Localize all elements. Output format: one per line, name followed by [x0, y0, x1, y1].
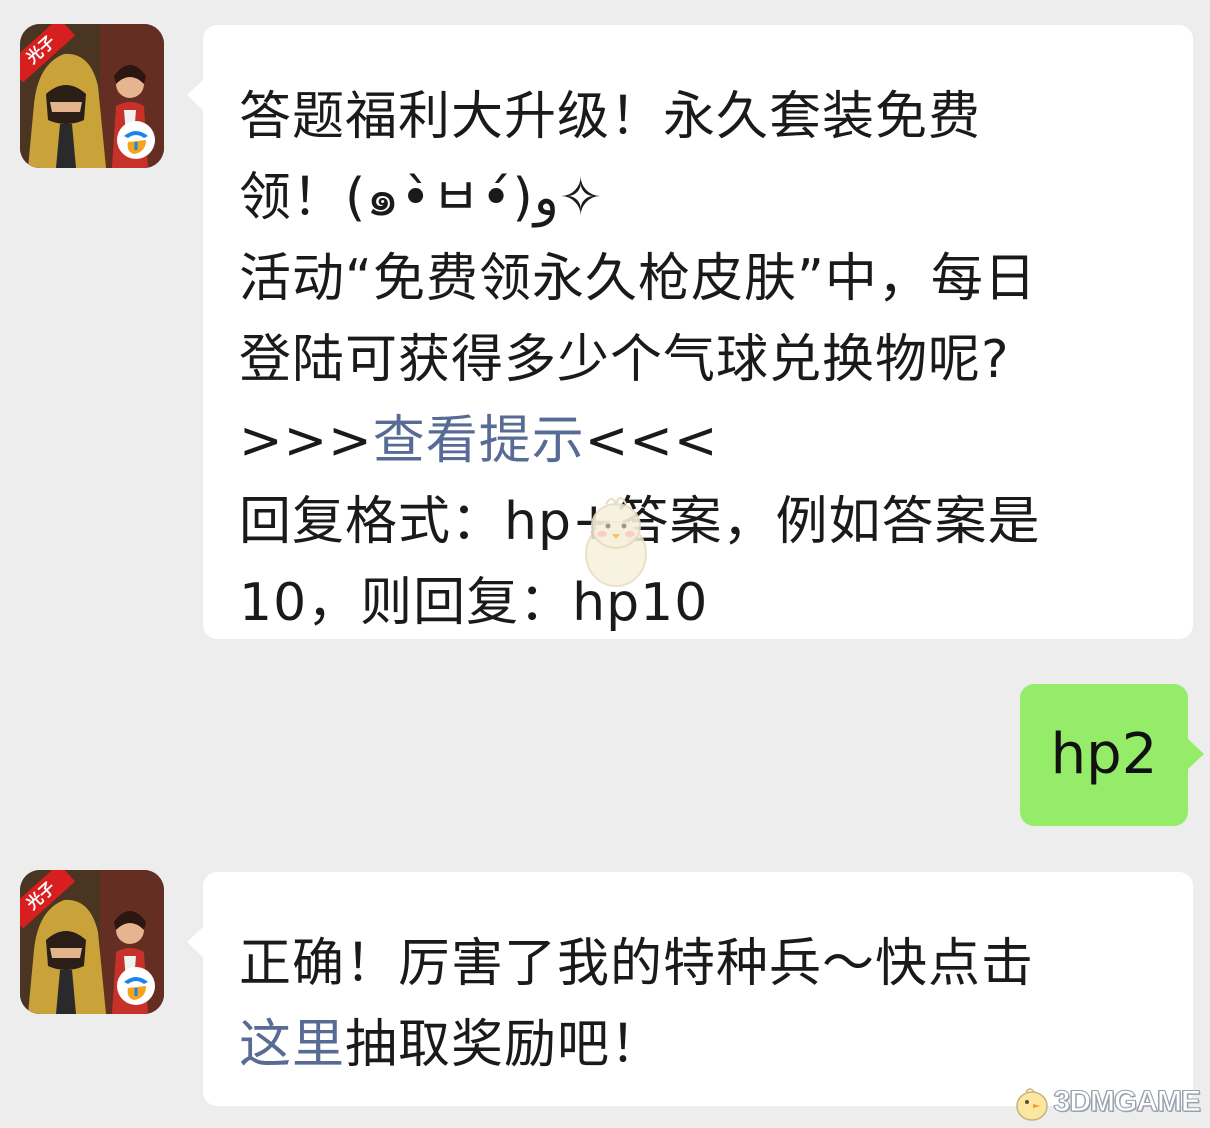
- message-bubble-quiz[interactable]: 答题福利大升级！永久套装免费 领！(๑•̀ㅂ•́)و✧ 活动“免费领永久枪皮肤”…: [187, 25, 1193, 639]
- sender-avatar[interactable]: 光子: [20, 870, 164, 1014]
- message-text-line: 登陆可获得多少个气球兑换物呢?: [239, 330, 1010, 390]
- tencent-games-logo-icon: [117, 121, 155, 159]
- message-text-line: 答题福利大升级！永久套装免费: [239, 87, 982, 147]
- tencent-games-logo-icon: [117, 967, 155, 1005]
- message-text-line: 领！(๑•̀ㅂ•́)و✧: [239, 168, 603, 228]
- hint-suffix: <<<: [584, 411, 719, 471]
- message-bubble-reply[interactable]: hp2: [1020, 684, 1204, 826]
- message-text-line: 这里抽取奖励吧！: [239, 1005, 1163, 1086]
- hint-line: >>>查看提示<<<: [239, 401, 1163, 482]
- chick-sticker-icon: [585, 497, 647, 587]
- message-text-line: 活动“免费领永久枪皮肤”中，每日: [239, 249, 1037, 309]
- view-hint-link[interactable]: 查看提示: [373, 411, 585, 471]
- watermark-text: 3DMGAME: [1053, 1085, 1201, 1119]
- message-text-rest: 抽取奖励吧！: [345, 1015, 664, 1075]
- reply-text: hp2: [1050, 722, 1158, 787]
- hint-prefix: >>>: [239, 411, 373, 471]
- site-watermark: 3DMGAME: [1012, 1082, 1202, 1122]
- here-link[interactable]: 这里: [239, 1015, 345, 1075]
- message-text-line: 回复格式：hp+答案，例如答案是: [239, 482, 1163, 563]
- sender-avatar[interactable]: 光子: [20, 24, 164, 168]
- message-bubble-result[interactable]: 正确！厉害了我的特种兵～快点击 这里抽取奖励吧！: [187, 872, 1193, 1106]
- message-text-line: 正确！厉害了我的特种兵～快点击: [239, 934, 1035, 994]
- chick-mascot-icon: [1015, 1088, 1048, 1121]
- message-text-line: 10，则回复：hp10: [239, 573, 709, 633]
